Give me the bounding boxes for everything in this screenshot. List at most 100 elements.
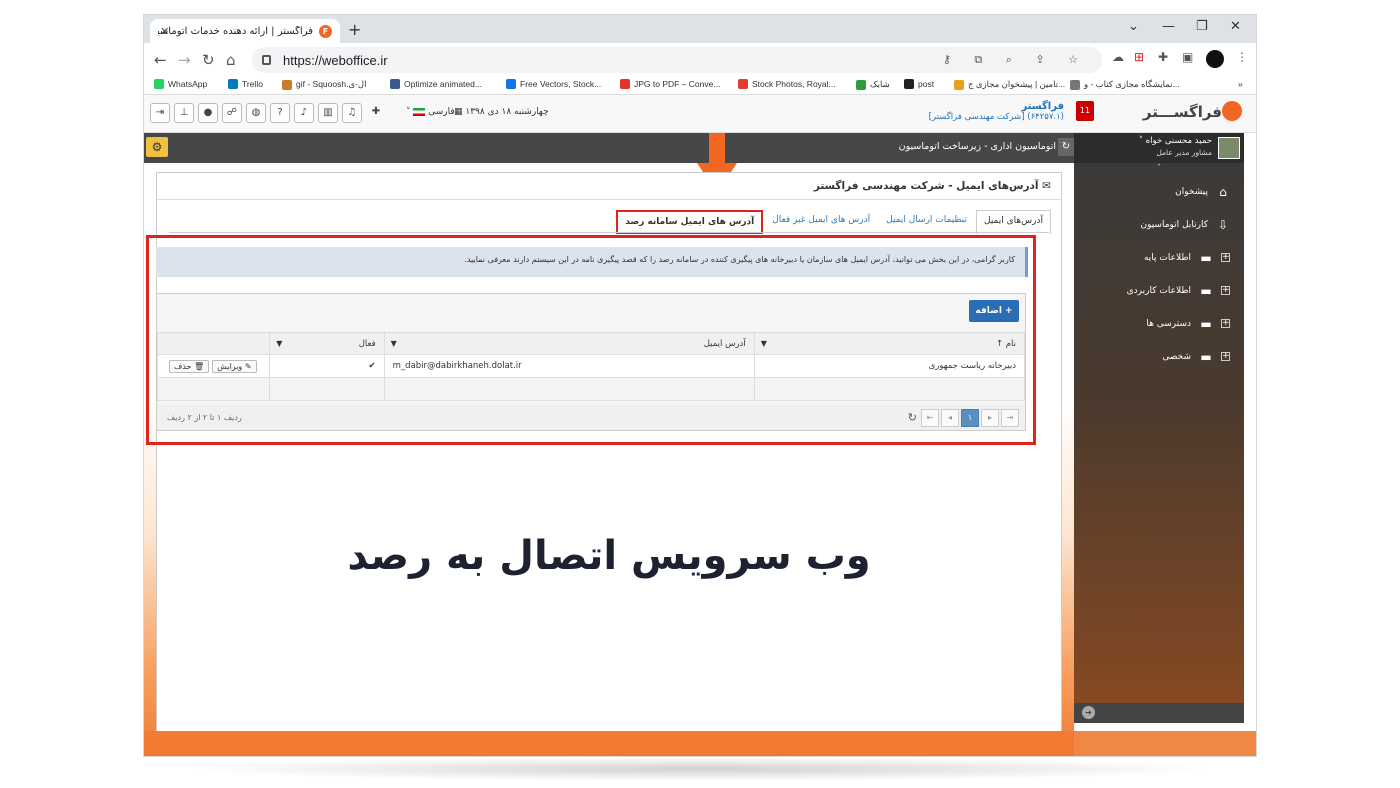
bookmark-item[interactable]: شابک bbox=[856, 79, 890, 90]
bookmark-icon bbox=[954, 79, 964, 90]
filter-icon[interactable]: ▼ bbox=[761, 339, 767, 348]
current-page[interactable]: ۱ bbox=[961, 409, 979, 427]
product-badge: 11 bbox=[1076, 101, 1094, 121]
refresh-icon[interactable]: ↻ bbox=[908, 411, 917, 424]
tab-rasad-emails[interactable]: آدرس های ایمیل سامانه رصد bbox=[616, 210, 764, 234]
chart-icon[interactable]: ▥ bbox=[318, 103, 338, 123]
first-page-icon[interactable]: ⇤ bbox=[921, 409, 939, 427]
tab-title: فراگستر | ارائه دهنده خدمات اتوماسیون اد bbox=[158, 25, 313, 37]
extension-cloud-icon[interactable]: ☁ bbox=[1112, 50, 1124, 64]
table-row[interactable]: دبیرخانه ریاست جمهوری m_dabir@dabirkhane… bbox=[156, 354, 1026, 378]
bookmark-item[interactable]: post bbox=[904, 79, 934, 89]
bookmark-item[interactable]: gif - Squoosh.ال-ی bbox=[282, 79, 366, 90]
next-page-icon[interactable]: ▸ bbox=[981, 409, 999, 427]
close-window-button[interactable]: ✕ bbox=[1230, 19, 1241, 34]
org-chart-icon[interactable]: ⊥ bbox=[174, 103, 194, 123]
column-header-email[interactable]: آدرس ایمیل ▼ bbox=[383, 332, 755, 355]
expand-icon[interactable]: + bbox=[1221, 352, 1230, 361]
maximize-button[interactable]: ❐ bbox=[1196, 19, 1208, 34]
pager-summary: ردیف ۱ تا ۲ از ۲ ردیف bbox=[167, 413, 242, 422]
bookmark-icon bbox=[506, 79, 516, 89]
sidebar-item-label: کارتابل اتوماسیون bbox=[1140, 219, 1208, 230]
sidebar-item-base-info[interactable]: اطلاعات پایه ▬ + bbox=[1074, 241, 1244, 274]
bookmark-item[interactable]: WhatsApp bbox=[154, 79, 207, 89]
expand-icon[interactable]: + bbox=[1221, 253, 1230, 262]
sidebar-item-personal[interactable]: شخصی ▬ + bbox=[1074, 340, 1244, 373]
bookmark-item[interactable]: Trello bbox=[228, 79, 263, 89]
user-box[interactable]: حمید محسنی خواه ˅ مشاور مدیر عامل bbox=[1074, 133, 1244, 163]
column-header-name[interactable]: نام ↑ ▼ bbox=[753, 332, 1026, 355]
sidebar-item-inbox[interactable]: کارتابل اتوماسیون ⇩ bbox=[1074, 208, 1244, 241]
home-icon[interactable]: ⌂ bbox=[226, 51, 236, 69]
filter-icon[interactable]: ▼ bbox=[391, 339, 397, 348]
plugin-icon[interactable]: ✚ bbox=[366, 103, 386, 123]
comment-icon[interactable]: ◍ bbox=[246, 103, 266, 123]
tab-email-addresses[interactable]: آدرس‌های ایمیل bbox=[976, 210, 1051, 234]
back-arrow-icon[interactable]: ← bbox=[154, 51, 167, 69]
sidebar-item-dashboard[interactable]: پیشخوان ⌂ bbox=[1074, 175, 1244, 208]
extension-plus-icon[interactable]: ⊞ bbox=[1134, 50, 1144, 64]
expand-icon[interactable]: + bbox=[1221, 286, 1230, 295]
refresh-icon[interactable]: ↻ bbox=[1058, 138, 1074, 156]
reload-icon[interactable]: ↻ bbox=[202, 51, 215, 69]
bell-icon[interactable]: ♫ bbox=[342, 103, 362, 123]
last-page-icon[interactable]: ⇥ bbox=[1001, 409, 1019, 427]
sidebar-item-access[interactable]: دسترسی ها ▬ + bbox=[1074, 307, 1244, 340]
bookmark-icon bbox=[154, 79, 164, 89]
browser-tab[interactable]: F فراگستر | ارائه دهنده خدمات اتوماسیون … bbox=[150, 19, 340, 43]
chat-group-icon[interactable]: ☍ bbox=[222, 103, 242, 123]
edit-button[interactable]: ✎ ویرایش bbox=[212, 359, 257, 373]
bookmark-item[interactable]: Free Vectors, Stock... bbox=[506, 79, 601, 89]
extensions-puzzle-icon[interactable]: ✚ bbox=[1158, 50, 1168, 64]
bookmark-item[interactable]: نمایشگاه مجازی کتاب - و... bbox=[1070, 79, 1180, 90]
folder-icon: ▬ bbox=[1200, 349, 1212, 364]
bookmark-icon bbox=[390, 79, 400, 89]
panel-tabs: آدرس‌های ایمیل تنظیمات ارسال ایمیل آدرس … bbox=[616, 210, 1051, 234]
tab-close-icon[interactable]: ✕ bbox=[160, 25, 169, 38]
profile-avatar[interactable] bbox=[1206, 50, 1224, 68]
user-icon[interactable]: ● bbox=[198, 103, 218, 123]
minimize-button[interactable]: — bbox=[1162, 19, 1175, 34]
omnibox-actions-icon[interactable]: ⚷ ⧉ ⌕ ⇪ ☆ bbox=[943, 53, 1088, 67]
expand-icon[interactable]: + bbox=[1221, 319, 1230, 328]
cell-email: m_dabir@dabirkhaneh.dolat.ir bbox=[383, 354, 755, 378]
help-icon[interactable]: ? bbox=[270, 103, 290, 123]
bookmark-item[interactable]: تامین | پیشخوان مجازی ج... bbox=[954, 79, 1065, 90]
sidebar-item-applied-info[interactable]: اطلاعات کاربردی ▬ + bbox=[1074, 274, 1244, 307]
language-selector[interactable]: فارسی ˅ bbox=[406, 107, 455, 117]
bookmark-item[interactable]: Optimize animated... bbox=[390, 79, 482, 89]
logout-icon[interactable]: ⇥ bbox=[150, 103, 170, 123]
delete-button[interactable]: 🗑 حذف bbox=[169, 359, 210, 373]
add-button[interactable]: + اضافه bbox=[969, 300, 1019, 322]
microphone-icon[interactable]: ♪ bbox=[294, 103, 314, 123]
collapse-sidebar-icon[interactable]: ➜ bbox=[1082, 706, 1095, 719]
folder-icon: ▬ bbox=[1200, 283, 1212, 298]
bookmark-item[interactable]: Stock Photos, Royal... bbox=[738, 79, 836, 89]
address-bar[interactable]: https://weboffice.ir ⚷ ⧉ ⌕ ⇪ ☆ bbox=[252, 47, 1102, 73]
column-header-active[interactable]: فعال ▼ bbox=[269, 332, 385, 355]
cell-actions: ✎ ویرایش🗑 حذف bbox=[156, 354, 271, 378]
menu-kebab-icon[interactable]: ⋮ bbox=[1236, 50, 1248, 64]
page-shadow bbox=[180, 757, 1220, 781]
filter-icon[interactable]: ▼ bbox=[276, 339, 282, 348]
tab-email-settings[interactable]: تنظیمات ارسال ایمیل bbox=[879, 210, 974, 234]
divider bbox=[169, 232, 1049, 233]
tab-inactive-emails[interactable]: آدرس های ایمیل غیر فعال bbox=[765, 210, 877, 234]
site-favicon-icon: F bbox=[319, 24, 332, 38]
bookmark-icon bbox=[282, 79, 292, 90]
sidepanel-icon[interactable]: ▣ bbox=[1182, 50, 1193, 64]
more-bookmarks-icon[interactable]: » bbox=[1238, 79, 1243, 89]
bookmark-icon bbox=[1070, 79, 1080, 90]
tab-search-icon[interactable]: ⌄ bbox=[1128, 19, 1139, 34]
collapse-up-icon[interactable]: ˄ bbox=[1074, 163, 1244, 175]
new-tab-button[interactable]: + bbox=[348, 20, 361, 39]
prev-page-icon[interactable]: ◂ bbox=[941, 409, 959, 427]
browser-toolbar: ← → ↻ ⌂ https://weboffice.ir ⚷ ⧉ ⌕ ⇪ ☆ ☁… bbox=[144, 43, 1256, 77]
app-header: ⇥ ⊥ ● ☍ ◍ ? ♪ ▥ ♫ ✚ فارسی ˅ چهارشنبه ۱۸ … bbox=[144, 95, 1256, 133]
bookmark-item[interactable]: JPG to PDF – Conve... bbox=[620, 79, 720, 89]
gear-icon[interactable]: ⚙ bbox=[146, 137, 168, 157]
table-row bbox=[156, 377, 1026, 401]
company-info[interactable]: فراگستر (۶۴۲۵۷.۱) [شرکت مهندسی فراگستر] bbox=[929, 101, 1064, 122]
bottom-bar bbox=[144, 731, 1256, 756]
forward-arrow-icon[interactable]: → bbox=[178, 51, 191, 69]
